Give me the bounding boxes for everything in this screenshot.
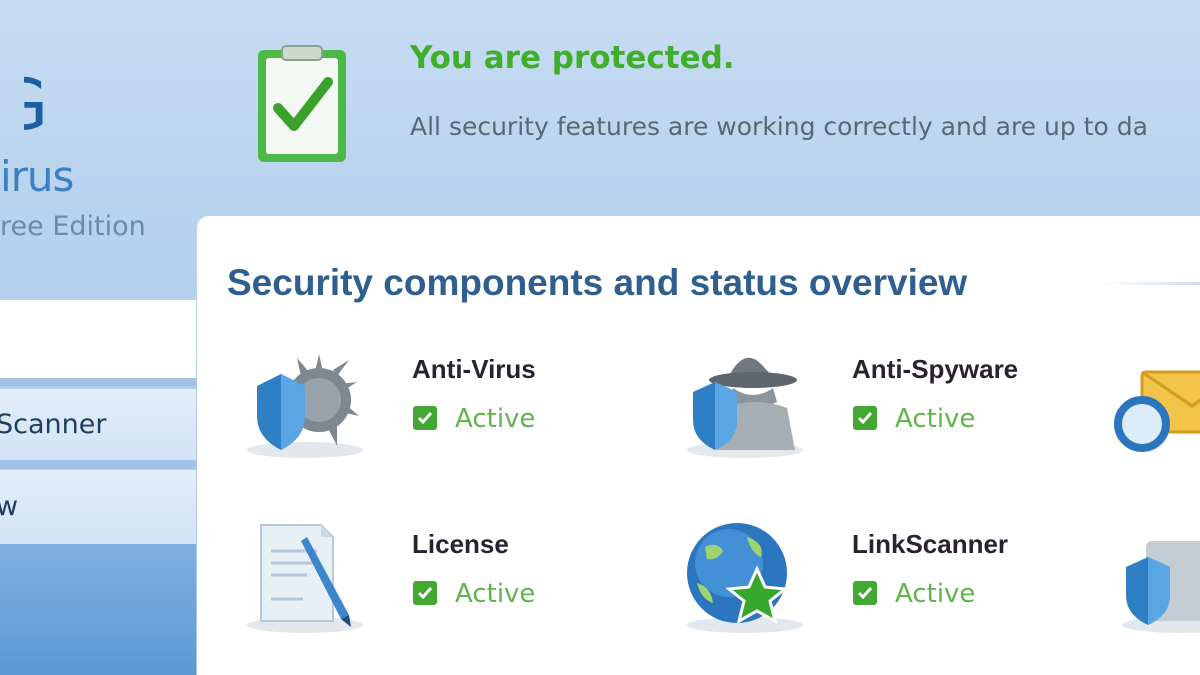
sidebar-header-area	[0, 300, 196, 380]
component-status: Active	[895, 404, 976, 434]
sidebar-item-label: w	[0, 491, 19, 522]
sidebar-item-overview[interactable]: w	[0, 469, 196, 545]
active-check-icon	[413, 581, 437, 605]
status-overview-panel: Security components and status overview …	[197, 216, 1200, 675]
component-name: Anti-Virus	[412, 354, 536, 384]
component-anti-virus[interactable]: Anti-Virus Active	[237, 342, 637, 472]
section-divider	[1103, 282, 1200, 285]
sidebar-divider	[0, 460, 196, 469]
license-icon	[247, 524, 363, 633]
brand-product-name: irus	[0, 152, 74, 201]
sidebar-divider	[0, 378, 196, 386]
component-status: Active	[455, 579, 536, 609]
active-check-icon	[853, 581, 877, 605]
linkscanner-icon	[687, 523, 803, 633]
component-name: Anti-Spyware	[852, 354, 1019, 384]
sidebar-nav: Scanner w	[0, 300, 196, 675]
shield-component-icon	[1122, 541, 1200, 633]
active-check-icon	[853, 406, 877, 430]
component-status: Active	[895, 579, 976, 609]
component-anti-spyware[interactable]: Anti-Spyware Active	[677, 342, 1077, 472]
sidebar-footer	[0, 544, 196, 675]
component-shield[interactable]	[1112, 517, 1200, 647]
component-name: LinkScanner	[852, 529, 1009, 559]
email-scanner-icon	[1114, 370, 1200, 452]
sidebar-item-linkscanner[interactable]: Scanner	[0, 388, 196, 462]
section-title: Security components and status overview	[227, 262, 968, 303]
protection-status-title: You are protected.	[410, 40, 735, 76]
anti-spyware-icon	[687, 357, 803, 458]
brand-logo: G irus ree Edition	[0, 40, 190, 242]
component-email-scanner[interactable]	[1112, 342, 1200, 472]
component-name: License	[412, 529, 509, 559]
brand-logo-mark: G	[0, 64, 49, 146]
component-license[interactable]: License Active	[237, 517, 637, 647]
active-check-icon	[413, 406, 437, 430]
protection-status-description: All security features are working correc…	[410, 112, 1148, 141]
clipboard-check-icon	[258, 45, 346, 162]
sidebar-item-label: Scanner	[0, 409, 107, 440]
brand-edition: ree Edition	[0, 211, 146, 242]
component-linkscanner[interactable]: LinkScanner Active	[677, 517, 1077, 647]
component-status: Active	[455, 404, 536, 434]
anti-virus-icon	[247, 354, 363, 458]
